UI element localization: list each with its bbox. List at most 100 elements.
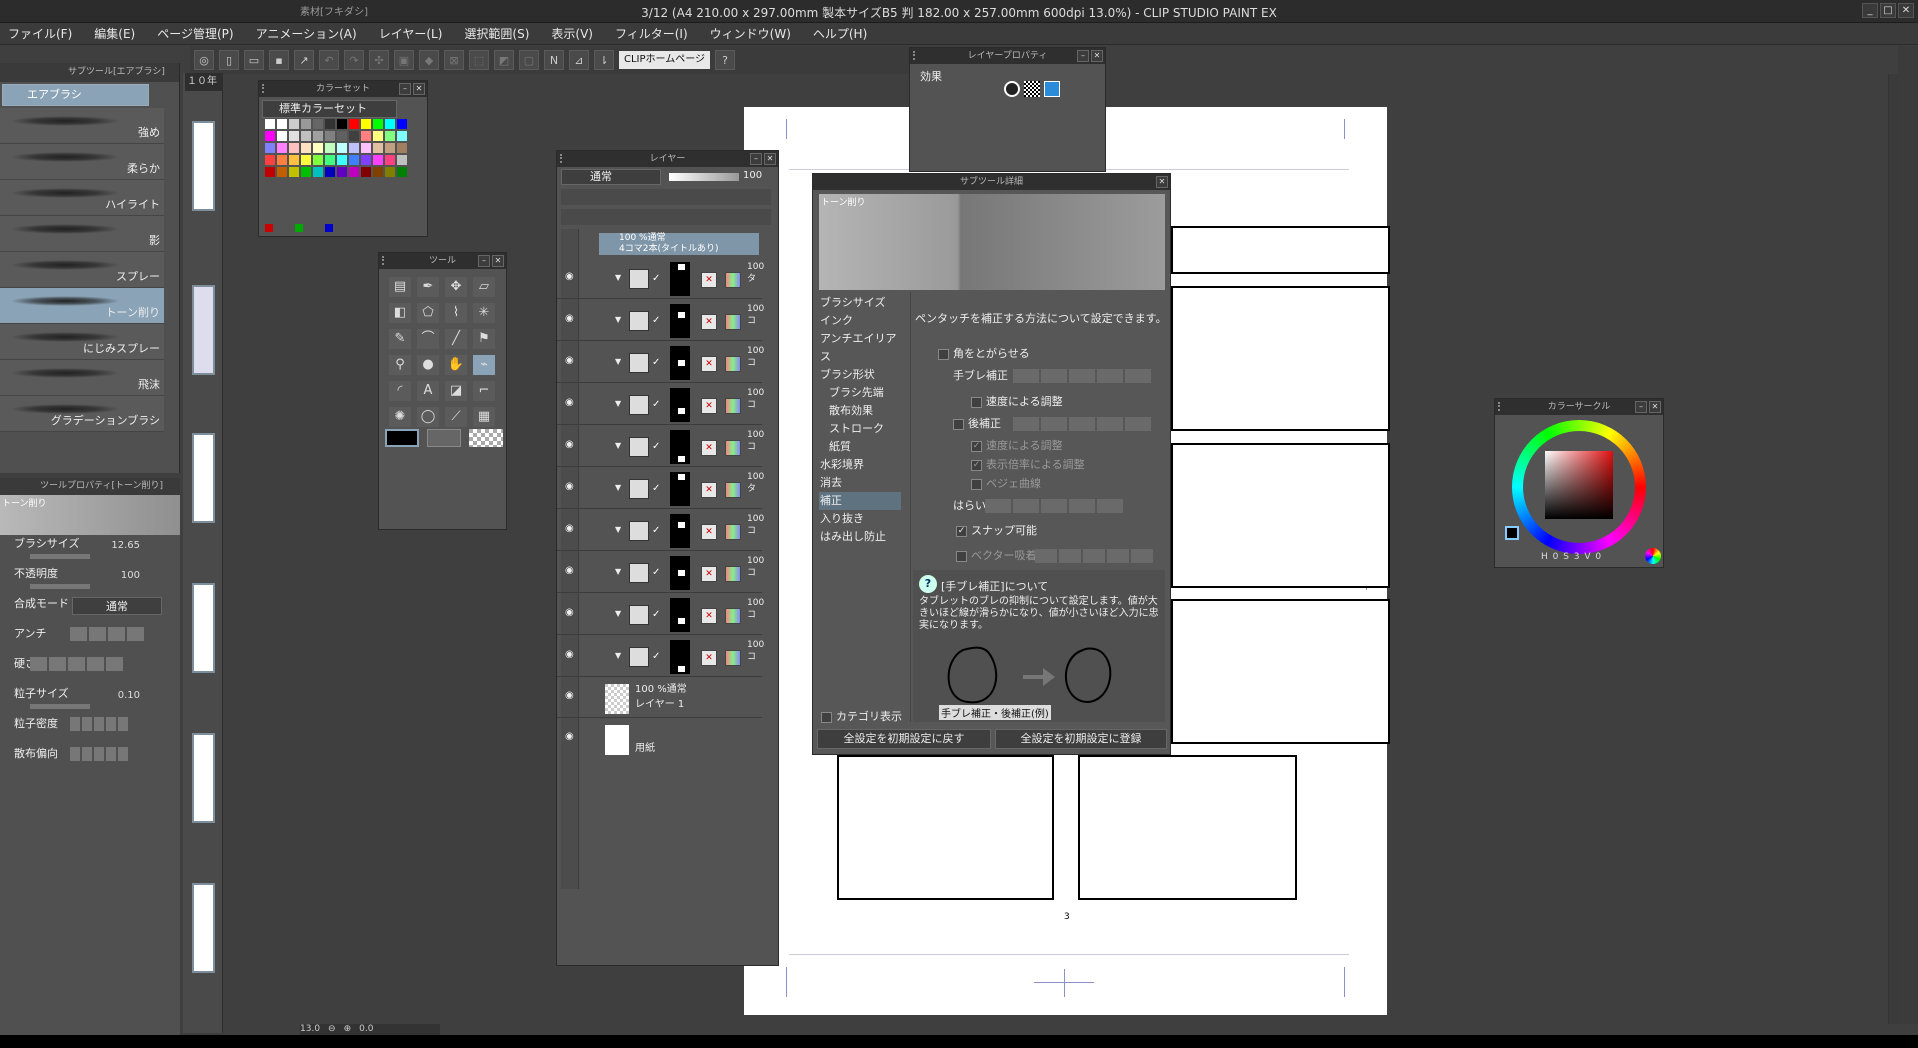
color-swatch[interactable] (385, 119, 395, 129)
color-swatch[interactable] (373, 167, 383, 177)
mask-disabled-icon[interactable]: ✕ (701, 566, 717, 582)
opt-post[interactable]: 後補正 (953, 415, 1001, 431)
menu-window[interactable]: ウィンドウ(W) (710, 25, 791, 42)
color-swatch[interactable] (397, 167, 407, 177)
comic-frame[interactable] (1171, 286, 1390, 431)
color-swatch[interactable] (361, 143, 371, 153)
lasso-icon[interactable]: ⬠ (417, 303, 439, 323)
subtool-item[interactable]: 柔らか (0, 144, 164, 180)
mask-disabled-icon[interactable]: ✕ (701, 398, 717, 414)
main-color-swatch[interactable] (385, 429, 419, 447)
detail-category-item[interactable]: ブラシ形状 (819, 366, 901, 384)
undo-icon[interactable]: ↶ (319, 50, 339, 70)
page-thumbnail[interactable] (192, 285, 215, 375)
comic-frame[interactable] (1171, 226, 1390, 274)
snap-ruler-icon[interactable]: N (544, 50, 564, 70)
color-swatch[interactable] (277, 131, 287, 141)
frame-layer-row[interactable]: ◉ ▼ ✓ ✕ 100 コ (557, 301, 764, 341)
transparent-color-swatch[interactable] (469, 429, 503, 447)
page-thumbnail[interactable] (192, 433, 215, 523)
color-swatch[interactable] (289, 119, 299, 129)
menu-edit[interactable]: 編集(E) (94, 25, 135, 42)
menu-help[interactable]: ヘルプ(H) (813, 25, 867, 42)
eye-icon[interactable]: ◉ (565, 355, 577, 366)
panel-grip[interactable] (560, 154, 568, 163)
page-thumbnail[interactable] (192, 121, 215, 211)
selection-border-icon[interactable]: ▢ (519, 50, 539, 70)
layer-color-icon[interactable] (725, 440, 741, 456)
current-color-swatch[interactable] (1505, 526, 1519, 540)
mask-disabled-icon[interactable]: ✕ (701, 356, 717, 372)
save-icon[interactable]: ▪ (269, 50, 289, 70)
expand-arrow-icon[interactable]: ▼ (615, 357, 621, 366)
clip-studio-icon[interactable]: ◎ (194, 50, 214, 70)
color-swatch[interactable] (373, 155, 383, 165)
subtool-item[interactable]: 影 (0, 216, 164, 252)
particle-size-row[interactable]: 粒子サイズ 0.10 (0, 685, 180, 715)
clear-icon[interactable]: ▣ (394, 50, 414, 70)
expand-arrow-icon[interactable]: ▼ (615, 483, 621, 492)
scale-icon[interactable]: ⊠ (444, 50, 464, 70)
panel-grip[interactable] (913, 51, 921, 60)
color-swatch[interactable] (277, 143, 287, 153)
color-swatch[interactable] (349, 155, 359, 165)
layer-color-icon[interactable] (725, 398, 741, 414)
color-swatch[interactable] (301, 119, 311, 129)
color-swatch[interactable] (325, 155, 335, 165)
page-thumbnail[interactable] (192, 583, 215, 673)
eraser-tool-icon[interactable]: ▤ (389, 277, 411, 297)
close-icon[interactable]: ✕ (764, 153, 776, 165)
color-mode-icon[interactable] (1645, 548, 1661, 564)
color-swatch[interactable] (265, 143, 275, 153)
color-swatch[interactable] (373, 119, 383, 129)
detail-category-item[interactable]: 紙質 (819, 438, 901, 456)
close-icon[interactable]: ✕ (1091, 50, 1103, 62)
pen-tool-icon[interactable]: ✒ (417, 277, 439, 297)
open-file-icon[interactable]: ▭ (244, 50, 264, 70)
layer-color-icon[interactable] (725, 608, 741, 624)
color-swatch[interactable] (361, 167, 371, 177)
antialias-options[interactable] (70, 627, 144, 641)
color-swatch[interactable] (325, 143, 335, 153)
color-swatch[interactable] (313, 143, 323, 153)
close-button[interactable]: ✕ (1898, 3, 1914, 18)
correction-icon[interactable]: ⌐ (473, 381, 495, 401)
color-swatch[interactable] (337, 131, 347, 141)
opt-vector[interactable]: ベクター吸着 (956, 547, 1037, 563)
export-icon[interactable]: ↗ (294, 50, 314, 70)
line-icon[interactable]: ╱ (445, 329, 467, 349)
color-swatch[interactable] (349, 143, 359, 153)
minimize-icon[interactable]: – (750, 153, 762, 165)
color-swatch[interactable] (349, 167, 359, 177)
vector-slider[interactable] (1035, 549, 1153, 563)
magic-wand-icon[interactable]: ✳ (473, 303, 495, 323)
particle-size-slider[interactable] (30, 704, 90, 709)
brush-icon[interactable]: ⌒ (417, 329, 439, 349)
brush-size-row[interactable]: ブラシサイズ 12.65 (0, 535, 180, 565)
pencil-icon[interactable]: ✎ (389, 329, 411, 349)
expand-arrow-icon[interactable]: ▼ (615, 315, 621, 324)
mask-disabled-icon[interactable]: ✕ (701, 482, 717, 498)
opacity-slider[interactable] (30, 584, 90, 589)
expand-arrow-icon[interactable]: ▼ (615, 399, 621, 408)
figure-icon[interactable]: ◜ (389, 381, 411, 401)
comic-frame[interactable] (1171, 599, 1390, 744)
color-swatch[interactable] (397, 143, 407, 153)
eye-icon[interactable]: ◉ (565, 690, 577, 701)
color-swatch[interactable] (397, 155, 407, 165)
mask-disabled-icon[interactable]: ✕ (701, 440, 717, 456)
subtool-item[interactable]: スプレー (0, 252, 164, 288)
frame-icon[interactable]: ▦ (473, 407, 495, 427)
subtool-group-tab[interactable]: エアブラシ (2, 84, 149, 106)
comic-frame[interactable] (1078, 755, 1297, 900)
menu-selection[interactable]: 選択範囲(S) (464, 25, 529, 42)
layer-blend-mode-select[interactable]: 通常 (561, 169, 661, 185)
panel-grip[interactable] (262, 84, 270, 93)
checkbox[interactable]: ✓ (956, 525, 967, 537)
saturation-value-square[interactable] (1545, 451, 1613, 519)
operation-tool-icon[interactable]: ▱ (473, 277, 495, 297)
eyedropper-icon[interactable]: ⌇ (445, 303, 467, 323)
scatter-options[interactable] (70, 747, 128, 761)
expand-arrow-icon[interactable]: ▼ (615, 567, 621, 576)
checkbox[interactable] (971, 396, 982, 408)
